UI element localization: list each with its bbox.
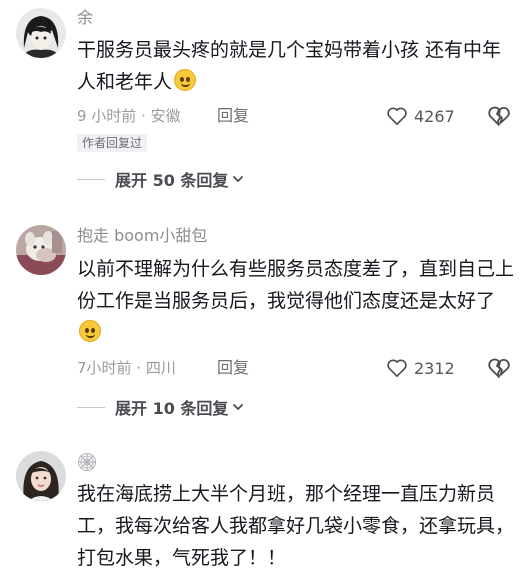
- spiderweb-icon: [78, 453, 96, 471]
- emoji-icon: [79, 320, 101, 342]
- broken-heart-icon[interactable]: [487, 357, 511, 379]
- username[interactable]: 余: [77, 8, 93, 28]
- heart-outline-icon: [387, 359, 407, 377]
- avatar[interactable]: [16, 225, 66, 275]
- avatar[interactable]: [16, 8, 66, 58]
- expand-replies-label: 展开 10 条回复: [115, 399, 229, 418]
- avatar[interactable]: [16, 451, 66, 501]
- divider: [77, 178, 105, 180]
- comment-text: 我在海底捞上大半个月班，那个经理一直压力新员工，我每次给客人我都拿好几袋小零食，…: [77, 483, 515, 569]
- comment-text-content: 以前不理解为什么有些服务员态度差了，直到自己上份工作是当服务员后，我觉得他们态度…: [77, 258, 515, 312]
- comment-text-content: 干服务员最头疼的就是几个宝妈带着小孩 还有中年人和老年人: [77, 39, 502, 93]
- divider: [77, 406, 105, 408]
- reply-button[interactable]: 回复: [217, 358, 249, 378]
- chevron-down-icon: [233, 176, 244, 182]
- heart-outline-icon: [387, 107, 407, 125]
- expand-replies-button[interactable]: 展开 10 条回复: [77, 396, 244, 418]
- chevron-down-icon: [233, 404, 244, 410]
- expand-replies-button[interactable]: 展开 50 条回复: [77, 168, 244, 190]
- like-button[interactable]: 2312: [386, 357, 455, 379]
- comment-text: 以前不理解为什么有些服务员态度差了，直到自己上份工作是当服务员后，我觉得他们态度…: [77, 253, 517, 349]
- comment-time-location: 7小时前 · 四川: [77, 359, 176, 377]
- username[interactable]: 抱走 boom小甜包: [77, 226, 207, 246]
- comment-text: 干服务员最头疼的就是几个宝妈带着小孩 还有中年人和老年人: [77, 34, 517, 98]
- author-replied-badge: 作者回复过: [77, 134, 148, 152]
- comment-list: 余 干服务员最头疼的就是几个宝妈带着小孩 还有中年人和老年人 9 小时前 · 安…: [0, 0, 530, 583]
- reply-button[interactable]: 回复: [217, 106, 249, 126]
- like-count: 4267: [414, 106, 455, 126]
- expand-replies-label: 展开 50 条回复: [115, 171, 229, 190]
- comment-time-location: 9 小时前 · 安徽: [77, 107, 181, 125]
- like-button[interactable]: 4267: [386, 105, 455, 127]
- like-count: 2312: [414, 358, 455, 378]
- emoji-icon: [174, 69, 197, 91]
- broken-heart-icon[interactable]: [487, 105, 511, 127]
